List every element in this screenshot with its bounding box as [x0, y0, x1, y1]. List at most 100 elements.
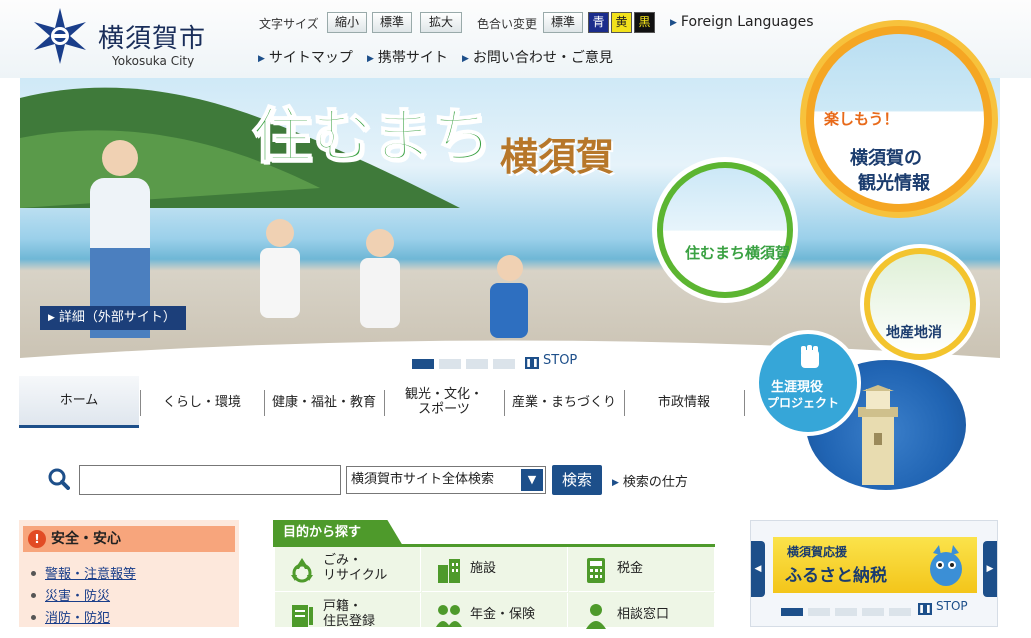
- purpose-item-consultation[interactable]: 相談窓口: [569, 593, 715, 638]
- search-help-link[interactable]: ▶ 検索の仕方: [612, 471, 688, 490]
- purpose-item-label: 相談窓口: [617, 607, 670, 622]
- search-input[interactable]: [79, 465, 341, 495]
- arrow-right-icon: ▶: [612, 478, 619, 488]
- safety-panel: ! 安全・安心 警報・注意報等 災害・防災 消防・防犯: [19, 520, 239, 627]
- hero-stop-label: STOP: [543, 353, 578, 368]
- arrow-right-icon: ▶: [367, 54, 374, 64]
- arrow-right-icon: ▶: [48, 313, 55, 323]
- purpose-item-pension[interactable]: 年金・保険: [422, 593, 568, 638]
- nav-item-industry[interactable]: 産業・まちづくり: [505, 376, 623, 428]
- font-size-label: 文字サイズ: [259, 17, 319, 31]
- city-name-en: Yokosuka City: [112, 54, 195, 68]
- city-emblem-icon: [34, 8, 86, 64]
- safety-link-warnings[interactable]: 警報・注意報等: [45, 563, 136, 582]
- foreign-languages-link[interactable]: ▶ Foreign Languages: [670, 14, 814, 30]
- contact-label: お問い合わせ・ご意見: [472, 50, 613, 66]
- color-yellow-button[interactable]: 黄: [611, 12, 632, 33]
- tourism-banner[interactable]: 楽しもう！ 横須賀の 観光情報: [800, 20, 998, 218]
- search-button[interactable]: 検索: [552, 465, 602, 495]
- color-blue-button[interactable]: 青: [588, 12, 609, 33]
- purpose-item-facilities[interactable]: 施設: [422, 547, 568, 592]
- arrow-right-icon: ▶: [670, 18, 677, 28]
- local-produce-banner[interactable]: 地産地消: [860, 244, 980, 364]
- slide-dot[interactable]: [412, 359, 434, 369]
- hero-detail-label: 詳細（外部サイト）: [58, 310, 176, 325]
- hero-title: 住むまち: [251, 101, 493, 173]
- font-size-smaller-button[interactable]: 縮小: [327, 12, 367, 33]
- furusato-stop-button[interactable]: ❚❚ STOP: [918, 599, 968, 615]
- safety-heading: ! 安全・安心: [23, 526, 235, 552]
- purpose-heading: 目的から探す: [273, 520, 403, 546]
- safety-link-fire-crime[interactable]: 消防・防犯: [45, 607, 110, 626]
- mobile-site-label: 携帯サイト: [377, 50, 448, 66]
- local-produce-label: 地産地消: [886, 325, 942, 341]
- recycle-icon: [291, 558, 313, 583]
- nav-item-tourism[interactable]: 観光・文化・ スポーツ: [385, 376, 503, 428]
- sumu-machi-banner[interactable]: 住むまち横須賀: [652, 157, 798, 303]
- purpose-item-label: 戸籍・ 住民登録: [323, 599, 376, 629]
- furusato-slide-dots: [781, 601, 916, 620]
- purpose-item-garbage[interactable]: ごみ・ リサイクル: [275, 547, 421, 592]
- slide-dot[interactable]: [493, 359, 515, 369]
- sitemap-label: サイトマップ: [268, 50, 353, 66]
- chevron-left-icon: ◀: [754, 564, 762, 574]
- purpose-item-label: 年金・保険: [470, 607, 536, 622]
- chevron-down-icon: ▼: [521, 469, 543, 491]
- hero-stop-button[interactable]: ❚❚ STOP: [525, 353, 577, 369]
- contact-link[interactable]: ▶ お問い合わせ・ご意見: [462, 47, 613, 67]
- lifelong-project-line2: プロジェクト: [767, 396, 840, 410]
- slide-dot[interactable]: [808, 608, 830, 616]
- pause-icon: ❚❚: [918, 603, 932, 615]
- search-scope-select[interactable]: 横須賀市サイト全体検索 ▼: [346, 466, 546, 494]
- purpose-item-tax[interactable]: 税金: [569, 547, 715, 592]
- bullet-icon: [31, 615, 36, 620]
- hero-title-sub: 横須賀: [500, 135, 615, 179]
- fist-icon: [801, 345, 819, 368]
- building-icon: [438, 559, 460, 583]
- slide-dot[interactable]: [466, 359, 488, 369]
- slide-dot[interactable]: [781, 608, 803, 616]
- search-scope-value: 横須賀市サイト全体検索: [351, 472, 495, 487]
- arrow-right-icon: ▶: [462, 54, 469, 64]
- calculator-icon: [587, 558, 605, 583]
- carousel-next-button[interactable]: ▶: [983, 541, 997, 597]
- safety-link-disaster[interactable]: 災害・防災: [45, 585, 110, 604]
- global-nav: ホーム くらし・環境 健康・福祉・教育 観光・文化・ スポーツ 産業・まちづくり…: [19, 376, 749, 428]
- font-size-larger-button[interactable]: 拡大: [420, 12, 462, 33]
- alert-icon: !: [28, 530, 46, 548]
- nav-item-government[interactable]: 市政情報: [625, 376, 743, 428]
- slide-dot[interactable]: [439, 359, 461, 369]
- purpose-panel: 目的から探す ごみ・ リサイクル 施設 税金 戸籍・ 住民登録 年金・保険 相談…: [273, 520, 715, 638]
- tourism-banner-title: 楽しもう！: [824, 110, 899, 128]
- search-icon: [48, 468, 70, 490]
- nav-item-home[interactable]: ホーム: [19, 376, 139, 428]
- mobile-site-link[interactable]: ▶ 携帯サイト: [367, 47, 448, 67]
- chevron-right-icon: ▶: [986, 564, 994, 574]
- nav-item-living[interactable]: くらし・環境: [141, 376, 263, 428]
- search-help-label: 検索の仕方: [622, 475, 688, 490]
- bullet-icon: [31, 571, 36, 576]
- carousel-prev-button[interactable]: ◀: [751, 541, 765, 597]
- tourism-banner-line2: 観光情報: [858, 173, 930, 194]
- purpose-item-registry[interactable]: 戸籍・ 住民登録: [275, 593, 421, 638]
- color-change-label: 色合い変更: [477, 17, 538, 31]
- bullet-icon: [31, 593, 36, 598]
- color-black-button[interactable]: 黒: [634, 12, 655, 33]
- mascot-icon: [930, 545, 962, 586]
- font-size-normal-button[interactable]: 標準: [372, 12, 412, 33]
- slide-dot[interactable]: [835, 608, 857, 616]
- sumu-machi-label: 住むまち横須賀: [685, 244, 791, 262]
- slide-dot[interactable]: [889, 608, 911, 616]
- sitemap-link[interactable]: ▶ サイトマップ: [258, 47, 353, 67]
- hero-detail-link[interactable]: ▶ 詳細（外部サイト）: [40, 306, 186, 330]
- nav-item-health[interactable]: 健康・福祉・教育: [265, 376, 383, 428]
- color-standard-button[interactable]: 標準: [543, 12, 583, 33]
- furusato-banner[interactable]: 横須賀応援 ふるさと納税: [773, 537, 977, 593]
- lifelong-project-banner[interactable]: 生涯現役 プロジェクト: [755, 330, 861, 436]
- lighthouse-icon[interactable]: [852, 385, 904, 485]
- furusato-banner-line2: ふるさと納税: [785, 566, 887, 586]
- city-name: 横須賀市: [98, 24, 207, 54]
- slide-dot[interactable]: [862, 608, 884, 616]
- safety-heading-label: 安全・安心: [51, 531, 121, 547]
- furusato-stop-label: STOP: [936, 599, 968, 613]
